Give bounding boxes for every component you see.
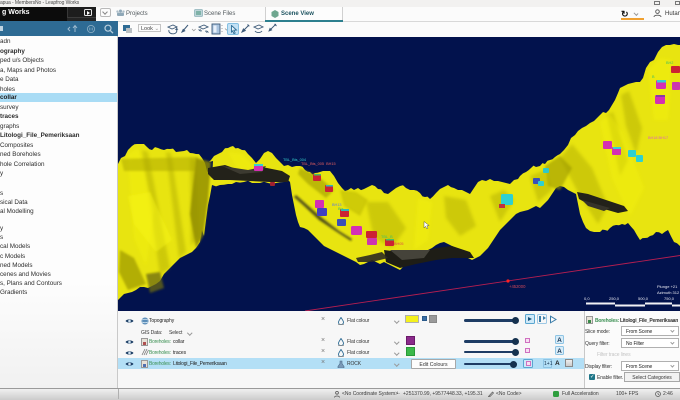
svg-text:Bts: Bts bbox=[338, 207, 344, 211]
svg-text:BH18 BH17: BH18 BH17 bbox=[648, 136, 668, 140]
svg-text:TBL_Bts_005 BH15: TBL_Bts_005 BH15 bbox=[301, 162, 336, 166]
svg-text:BH05: BH05 bbox=[394, 242, 404, 246]
svg-text:+452000: +452000 bbox=[509, 284, 526, 289]
svg-text:500,0: 500,0 bbox=[638, 296, 649, 301]
svg-text:BH2: BH2 bbox=[666, 61, 673, 65]
svg-text:750,0: 750,0 bbox=[664, 296, 675, 301]
svg-text:Plunge +21: Plunge +21 bbox=[657, 284, 678, 289]
svg-text:TBL_B: TBL_B bbox=[381, 235, 393, 239]
svg-text:0,0: 0,0 bbox=[584, 296, 590, 301]
svg-text:250,0: 250,0 bbox=[609, 296, 620, 301]
svg-text:Azimuth 312: Azimuth 312 bbox=[657, 290, 680, 295]
